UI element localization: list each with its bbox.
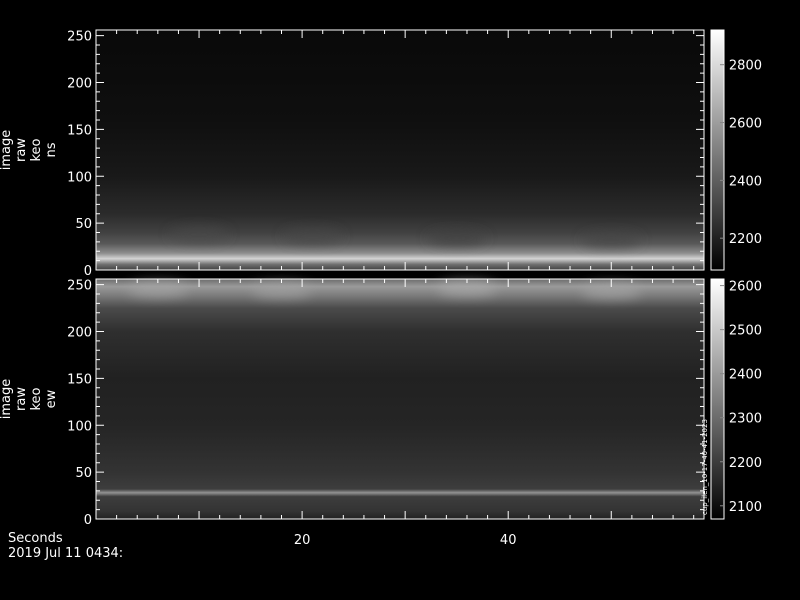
y-tick-label: 150	[67, 372, 92, 387]
auroral-patch	[282, 229, 343, 244]
date-stamp: 2019 Jul 11 0434:	[8, 546, 124, 561]
keogram-canvas: 050100150200250image raw keo ns220024002600…	[0, 29, 762, 548]
colorbar-tick-label: 2600	[729, 117, 762, 132]
x-tick-label: 20	[294, 533, 311, 548]
y-axis-label-line: keo	[29, 387, 44, 410]
y-tick-label: 100	[67, 419, 92, 434]
y-axis-label-line: raw	[14, 387, 29, 411]
x-tick-label: 40	[500, 533, 517, 548]
auroral-patch	[127, 282, 188, 297]
y-tick-label: 250	[67, 30, 92, 45]
y-tick-label: 50	[75, 466, 92, 481]
colorbar-side-label: cup_ilen_10-17-40-41-2023	[701, 419, 709, 515]
auroral-patch	[169, 227, 230, 242]
y-tick-label: 200	[67, 77, 92, 92]
colorbar-tick-label: 2500	[729, 324, 762, 339]
colorbar-tick-label: 2200	[729, 232, 762, 247]
colorbar	[710, 29, 725, 271]
panel-1: 0 50 100 150 200 250 image raw keo ns 2200 2400 2600…	[0, 29, 762, 279]
y-axis-label-line: image	[0, 379, 14, 420]
y-tick-label: 50	[75, 217, 92, 232]
y-tick-label: 200	[67, 326, 92, 341]
y-tick-label: 100	[67, 170, 92, 185]
colorbar-tick-label: 2100	[729, 500, 762, 515]
y-tick-label: 150	[67, 123, 92, 138]
y-axis-label-line: image	[0, 130, 14, 171]
colorbar-tick-label: 2600	[729, 280, 762, 295]
colorbar-tick-label: 2400	[729, 174, 762, 189]
y-axis-label-line: raw	[14, 138, 29, 162]
colorbar-tick-label: 2400	[729, 368, 762, 383]
auroral-patch	[581, 233, 642, 247]
auroral-patch	[426, 231, 487, 246]
colorbar	[710, 278, 725, 520]
y-axis-label-line: ew	[44, 389, 59, 408]
colorbar-tick-label: 2200	[729, 456, 762, 471]
x-axis-unit-label: Seconds	[8, 531, 63, 546]
y-axis-label-line: ns	[44, 142, 59, 157]
y-axis-label-line: keo	[29, 138, 44, 161]
y-tick-label: 0	[84, 513, 92, 528]
y-tick-label: 0	[84, 264, 92, 279]
auroral-patch	[436, 281, 497, 296]
keogram-image	[96, 279, 704, 519]
keogram-figure: 0 50 100 150 200 250 image raw keo ns 2200 2400 2600…	[0, 0, 800, 600]
y-tick-label: 250	[67, 279, 92, 294]
colorbar-tick-label: 2800	[729, 59, 762, 74]
colorbar-tick-label: 2300	[729, 412, 762, 427]
panel-2: 0 50 100 150 200 250 20 40 image raw keo ew 2100 2200…	[0, 278, 762, 548]
